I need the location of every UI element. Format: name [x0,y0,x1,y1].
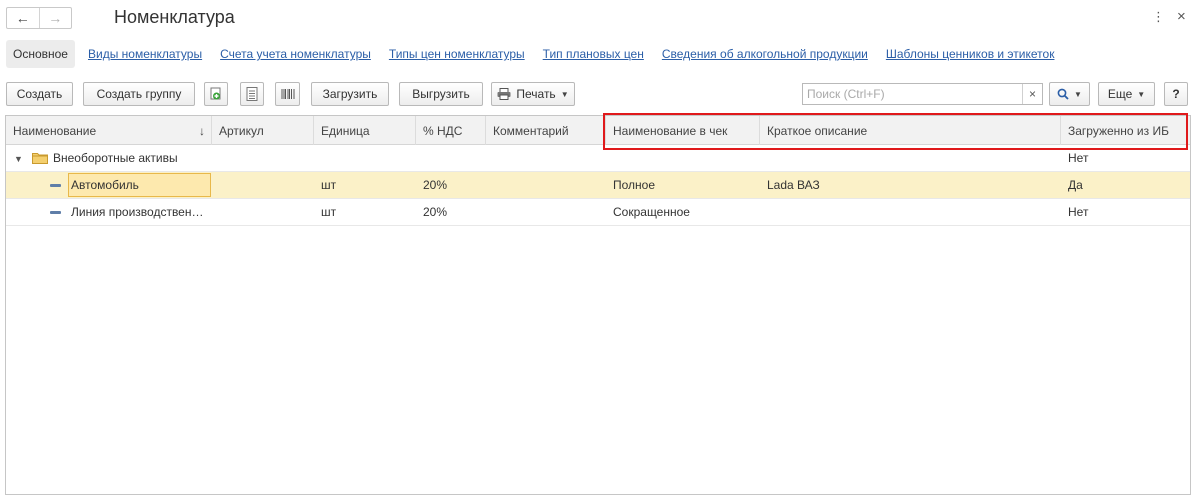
table-row-selected[interactable]: Автомобиль шт 20% Полное Lada ВАЗ Да [6,172,1190,199]
cell-loaded: Нет [1068,205,1089,219]
items-table: Наименование ↓ Артикул Единица % НДС Ком… [5,115,1191,495]
search-field: × [802,83,1043,105]
cell-article [212,145,314,171]
tab-alcohol-info[interactable]: Сведения об алкогольной продукции [662,47,868,61]
sort-down-icon: ↓ [199,123,205,138]
column-header-name[interactable]: Наименование ↓ [6,116,212,145]
cell-short-desc: Lada ВАЗ [767,178,820,192]
cell-short-desc [760,145,1061,171]
tab-item-types[interactable]: Виды номенклатуры [88,47,202,61]
printer-icon [497,88,511,100]
print-button[interactable]: Печать ▼ [491,82,575,106]
search-input[interactable] [803,84,1022,104]
cell-vat: 20% [423,178,448,192]
tab-main[interactable]: Основное [6,40,75,68]
column-header-check-name[interactable]: Наименование в чек [606,116,760,145]
print-label: Печать [516,87,556,101]
cell-vat: 20% [423,205,448,219]
item-icon [50,184,61,187]
cell-check-name [606,145,760,171]
search-icon [1057,88,1069,100]
column-header-vat[interactable]: % НДС [416,116,486,145]
item-icon [50,211,61,214]
barcode-button[interactable] [275,82,300,106]
back-arrow-icon[interactable]: ← [7,8,39,28]
load-button[interactable]: Загрузить [311,82,389,106]
history-nav: ← → [6,7,72,29]
create-button[interactable]: Создать [6,82,73,106]
column-header-unit[interactable]: Единица [314,116,416,145]
column-header-label: Наименование [13,123,97,138]
barcode-icon [281,89,294,99]
cell-loaded: Да [1068,178,1083,192]
copy-new-icon [210,87,221,100]
cell-comment [486,145,606,171]
copy-button[interactable] [204,82,228,106]
tab-planned-price-type[interactable]: Тип плановых цен [543,47,644,61]
chevron-down-icon: ▼ [1074,89,1082,99]
more-label: Еще [1107,87,1133,101]
section-tabs: Основное Виды номенклатуры Счета учета н… [6,40,1054,68]
unload-button[interactable]: Выгрузить [399,82,483,106]
help-button[interactable]: ? [1164,82,1188,106]
cell-loaded: Нет [1068,151,1089,165]
table-row[interactable]: ▼ Внеоборотные активы Нет [6,145,1190,172]
cell-unit: шт [321,205,337,219]
document-list-icon [246,87,258,101]
tab-item-accounts[interactable]: Счета учета номенклатуры [220,47,371,61]
close-icon[interactable]: × [1177,8,1186,25]
column-header-loaded[interactable]: Загруженно из ИБ [1061,116,1190,145]
cell-comment [486,172,606,198]
forward-arrow-icon[interactable]: → [38,8,72,28]
more-actions-icon[interactable]: ⋮ [1152,9,1165,25]
search-button[interactable]: ▼ [1049,82,1090,106]
cell-name: Внеоборотные активы [53,151,178,165]
chevron-down-icon: ▼ [1137,89,1146,99]
expand-triangle-icon[interactable]: ▼ [14,154,23,164]
clear-search-icon[interactable]: × [1022,84,1042,104]
tab-price-types[interactable]: Типы цен номенклатуры [389,47,525,61]
tab-label-templates[interactable]: Шаблоны ценников и этикеток [886,47,1055,61]
list-view-button[interactable] [240,82,264,106]
more-button[interactable]: Еще ▼ [1098,82,1155,106]
cell-check-name: Сокращенное [613,205,690,219]
cell-name: Линия производствен… [71,205,204,219]
column-header-article[interactable]: Артикул [212,116,314,145]
page-title: Номенклатура [114,7,235,27]
cell-article [212,199,314,225]
column-header-short-desc[interactable]: Краткое описание [760,116,1061,145]
cell-check-name: Полное [613,178,656,192]
table-row[interactable]: Линия производствен… шт 20% Сокращенное … [6,199,1190,226]
cell-article [212,172,314,198]
create-group-button[interactable]: Создать группу [83,82,195,106]
cell-unit: шт [321,178,337,192]
cell-unit [314,145,416,171]
cell-short-desc [760,199,1061,225]
cell-comment [486,199,606,225]
chevron-down-icon: ▼ [560,89,569,99]
column-header-comment[interactable]: Комментарий [486,116,606,145]
table-header: Наименование ↓ Артикул Единица % НДС Ком… [6,116,1190,145]
cell-name[interactable]: Автомобиль [64,172,212,198]
cell-vat [416,145,486,171]
